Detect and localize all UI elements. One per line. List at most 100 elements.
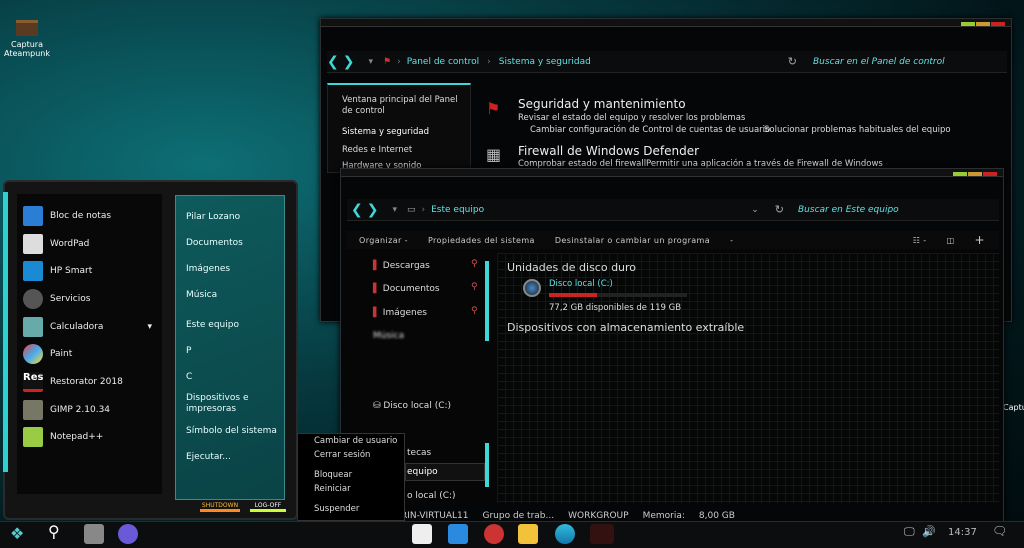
- pin-icon: ⚲: [471, 282, 478, 292]
- menu-item-switch-user[interactable]: Cambiar de usuario: [314, 436, 404, 450]
- place-item[interactable]: Dispositivos e impresoras: [186, 390, 284, 418]
- menu-item-sign-out[interactable]: Cerrar sesión: [314, 450, 404, 464]
- more-button[interactable]: -: [730, 236, 733, 245]
- search-input[interactable]: Buscar en Este equipo: [794, 205, 999, 215]
- title-bar[interactable]: [321, 19, 1011, 27]
- place-item[interactable]: Imágenes: [186, 256, 284, 282]
- place-item[interactable]: P: [186, 338, 284, 364]
- chevron-down-icon[interactable]: ▾: [392, 205, 397, 215]
- section-title[interactable]: Firewall de Windows Defender: [518, 144, 699, 158]
- app-icon[interactable]: [590, 524, 614, 544]
- places-panel: Pilar Lozano Documentos Imágenes Música …: [175, 195, 285, 500]
- app-item[interactable]: Notepad++: [23, 424, 162, 452]
- nav-link[interactable]: Ventana principal del Panel de control: [342, 95, 467, 117]
- add-icon[interactable]: +: [975, 233, 985, 247]
- nav-item[interactable]: ▌ Documentos: [373, 284, 440, 294]
- computer-icon: ▭: [407, 204, 416, 215]
- logoff-button[interactable]: LOG-OFF: [250, 502, 286, 512]
- app-item[interactable]: GIMP 2.10.34: [23, 396, 162, 424]
- menu-item-restart[interactable]: Reiniciar: [314, 484, 404, 498]
- start-button[interactable]: ❖: [10, 524, 24, 543]
- nav-link[interactable]: Sistema y seguridad: [342, 127, 429, 137]
- drive-free-space: 77,2 GB disponibles de 119 GB: [549, 303, 682, 313]
- chat-icon[interactable]: [118, 524, 138, 544]
- forward-icon[interactable]: ❯: [343, 54, 355, 70]
- store-icon[interactable]: [412, 524, 432, 544]
- app-item[interactable]: Paint: [23, 340, 162, 368]
- place-item[interactable]: Documentos: [186, 230, 284, 256]
- nav-link[interactable]: Redes e Internet: [342, 145, 412, 155]
- view-options-icon[interactable]: ☷ -: [913, 236, 927, 245]
- chevron-down-icon[interactable]: ▾: [368, 57, 373, 67]
- link[interactable]: Cambiar configuración de Control de cuen…: [530, 125, 770, 135]
- uninstall-button[interactable]: Desinstalar o cambiar un programa: [555, 236, 710, 245]
- drive-item[interactable]: Disco local (C:): [549, 279, 613, 289]
- organize-button[interactable]: Organizar -: [359, 236, 408, 245]
- nav-pane: Ventana principal del Panel de control S…: [327, 83, 471, 173]
- place-item[interactable]: Símbolo del sistema: [186, 418, 284, 444]
- nav-item[interactable]: ▌ Descargas: [373, 261, 430, 271]
- link[interactable]: Revisar el estado del equipo y resolver …: [518, 113, 745, 123]
- search-input[interactable]: Buscar en el Panel de control: [807, 57, 1007, 67]
- file-explorer-icon[interactable]: [518, 524, 538, 544]
- title-bar[interactable]: [341, 169, 1003, 177]
- back-icon[interactable]: ❮: [351, 202, 363, 218]
- taskbar: [0, 521, 1024, 548]
- place-item[interactable]: Ejecutar...: [186, 444, 284, 470]
- paint-icon: [23, 344, 43, 365]
- notification-icon[interactable]: 🗨: [992, 524, 1007, 538]
- system-properties-button[interactable]: Propiedades del sistema: [428, 236, 535, 245]
- back-icon[interactable]: ❮: [327, 54, 339, 70]
- scrollbar[interactable]: [485, 261, 489, 341]
- nav-item[interactable]: o local (C:): [407, 491, 456, 501]
- menu-item-lock[interactable]: Bloquear: [314, 470, 404, 484]
- breadcrumb-item[interactable]: Este equipo: [431, 205, 484, 215]
- nav-item[interactable]: ⛁ Disco local (C:): [373, 401, 451, 411]
- app-item[interactable]: Bloc de notas: [23, 202, 162, 230]
- place-item[interactable]: Pilar Lozano: [186, 204, 284, 230]
- nav-buttons[interactable]: ❮ ❯: [351, 202, 378, 218]
- pin-icon: ⚲: [471, 306, 478, 316]
- app-item[interactable]: Res Restorator 2018: [23, 368, 162, 396]
- nav-item[interactable]: ▌ Imágenes: [373, 308, 427, 318]
- desktop-icon-captura[interactable]: Captura Ateampunk: [4, 20, 50, 58]
- clock[interactable]: 14:37: [948, 527, 977, 538]
- app-list: Bloc de notas WordPad HP Smart Servicios…: [17, 194, 162, 494]
- search-icon[interactable]: ⚲: [48, 522, 60, 541]
- app-item[interactable]: Calculadora ▾: [23, 313, 162, 341]
- app-item[interactable]: WordPad: [23, 230, 162, 258]
- network-icon[interactable]: 🖵: [904, 525, 915, 539]
- content-pane: Unidades de disco duro Disco local (C:) …: [497, 253, 999, 503]
- folder-icon: [16, 20, 38, 36]
- task-view-icon[interactable]: [84, 524, 104, 544]
- scrollbar[interactable]: [485, 443, 489, 487]
- place-item[interactable]: Música: [186, 282, 284, 308]
- preview-pane-icon[interactable]: ◫: [947, 236, 955, 245]
- menu-item-sleep[interactable]: Suspender: [314, 504, 404, 518]
- shutdown-button[interactable]: SHUTDOWN: [200, 502, 240, 512]
- ccleaner-icon[interactable]: [484, 524, 504, 544]
- drive-usage-bar: [549, 293, 687, 297]
- place-item[interactable]: C: [186, 364, 284, 390]
- refresh-icon[interactable]: ↻: [788, 55, 797, 68]
- forward-icon[interactable]: ❯: [367, 202, 379, 218]
- mail-icon[interactable]: [448, 524, 468, 544]
- nav-buttons[interactable]: ❮ ❯: [327, 54, 354, 70]
- app-item[interactable]: HP Smart: [23, 257, 162, 285]
- notepadpp-icon: [23, 427, 43, 448]
- section-title[interactable]: Seguridad y mantenimiento: [518, 97, 686, 111]
- breadcrumb-item[interactable]: Sistema y seguridad: [499, 57, 591, 67]
- volume-icon[interactable]: 🔊: [922, 525, 936, 538]
- nav-item[interactable]: Música: [373, 331, 404, 341]
- nav-item[interactable]: tecas: [407, 448, 431, 458]
- address-bar: ❮ ❯ ▾ ▭ › Este equipo ⌄ ↻ Buscar en Este …: [347, 199, 999, 221]
- place-item[interactable]: Este equipo: [186, 312, 284, 338]
- firewall-icon: ▦: [486, 145, 502, 164]
- link[interactable]: Solucionar problemas habituales del equi…: [764, 125, 951, 135]
- chevron-down-icon[interactable]: ⌄: [751, 205, 759, 215]
- app-item[interactable]: Servicios: [23, 285, 162, 313]
- refresh-icon[interactable]: ↻: [775, 203, 784, 216]
- nav-item-selected[interactable]: equipo: [407, 467, 438, 477]
- breadcrumb-item[interactable]: Panel de control: [407, 57, 479, 67]
- edge-icon[interactable]: [555, 524, 575, 544]
